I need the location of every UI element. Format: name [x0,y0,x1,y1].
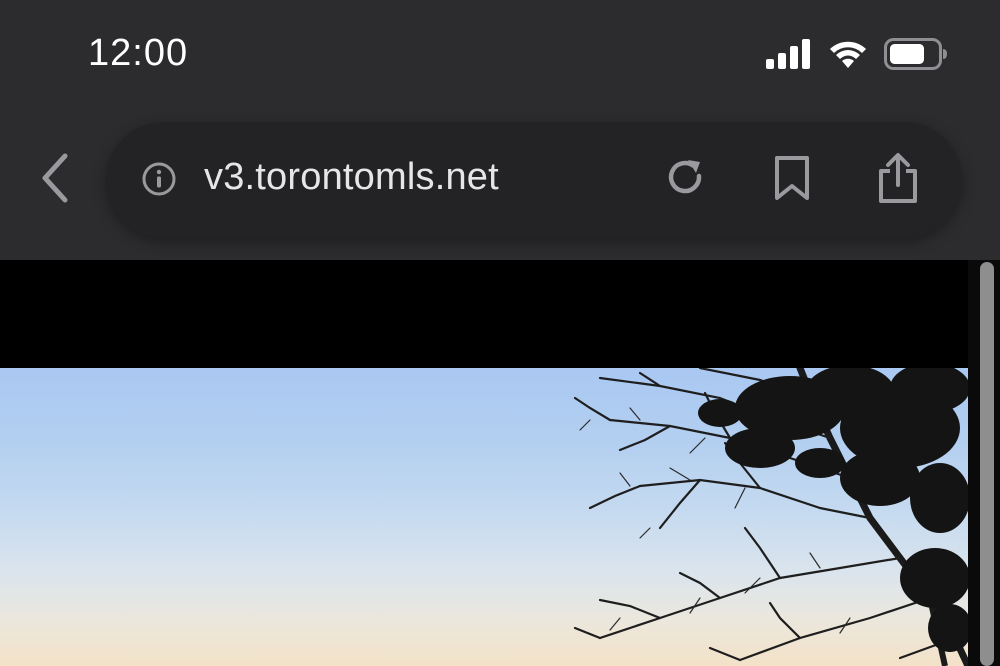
browser-toolbar: v3.torontomls.net [0,110,1000,260]
bookmark-button[interactable] [762,150,822,210]
status-bar: 12:00 [0,0,1000,110]
back-button[interactable] [30,150,80,210]
status-icons [766,38,948,75]
battery-icon [884,38,948,75]
address-bar[interactable]: v3.torontomls.net [106,122,962,238]
url-text[interactable]: v3.torontomls.net [204,156,499,199]
page-header-band [0,260,968,368]
scrollbar-thumb[interactable] [980,262,994,666]
web-content[interactable] [0,260,1000,666]
tree-silhouette [573,368,968,666]
share-icon [876,151,920,210]
status-time: 12:00 [88,32,189,74]
reload-icon [664,156,708,205]
share-button[interactable] [868,150,928,210]
mobile-browser-screen: 12:00 v3.torontomls.net [0,0,1000,666]
signal-bars-icon [766,39,812,74]
info-circle-icon[interactable] [142,162,176,196]
chevron-left-icon [37,152,73,209]
wifi-icon [828,39,868,74]
reload-button[interactable] [656,150,716,210]
bookmark-icon [773,154,811,207]
listing-photo[interactable] [0,368,968,666]
